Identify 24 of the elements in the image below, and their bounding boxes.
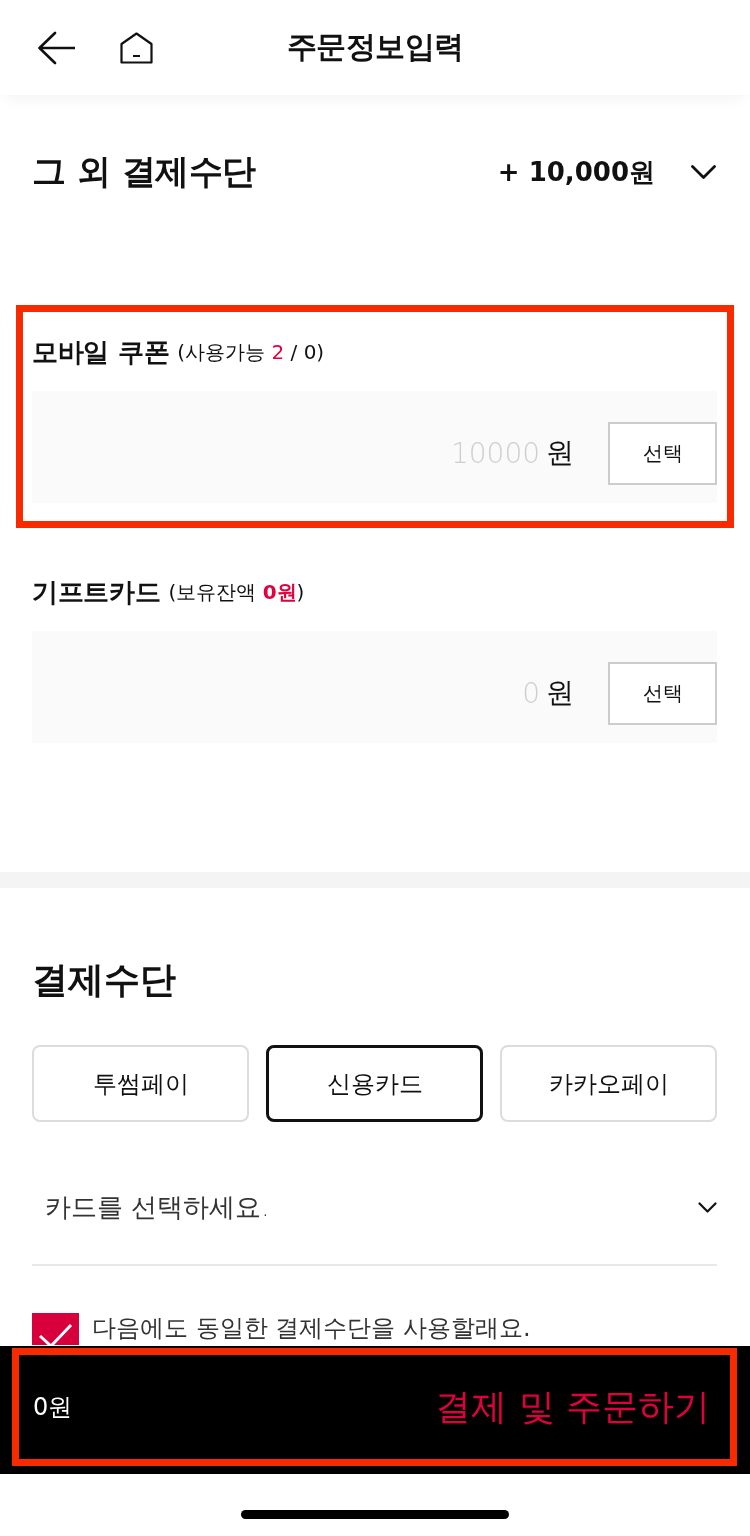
section-note: (보유잔액 0원) (168, 578, 305, 606)
checkbox-label: 다음에도 동일한 결제수단을 사용할래요. (92, 1313, 531, 1343)
checkout-button[interactable]: 결제 및 주문하기 (435, 1382, 710, 1432)
section-title: 모바일 쿠폰 (32, 335, 170, 369)
section-title: 결제수단 (32, 958, 176, 1002)
payment-method-tab[interactable]: 카카오페이 (500, 1045, 717, 1122)
chevron-down-icon[interactable] (691, 164, 716, 180)
back-icon[interactable] (37, 30, 75, 65)
payment-method-tab[interactable]: 투썸페이 (32, 1045, 249, 1122)
select-button[interactable]: 선택 (608, 661, 717, 725)
page-title: 주문정보입력 (286, 28, 464, 66)
section-title: 기프트카드 (32, 575, 161, 609)
card-select-dropdown[interactable]: 카드를 선택하세요. (32, 1150, 717, 1266)
chevron-down-icon (698, 1201, 717, 1213)
payment-method-tab[interactable]: 신용카드 (266, 1045, 483, 1122)
total-amount: 0원 (33, 1392, 73, 1423)
section-note: (사용가능 2 / 0) (177, 338, 325, 366)
total-amount: + 10,000원 (497, 155, 655, 189)
section-title: 그 외 결제수단 (32, 150, 257, 193)
home-icon[interactable] (120, 31, 153, 64)
unit-label: 원 (546, 675, 574, 711)
unit-label: 원 (546, 435, 574, 471)
select-button[interactable]: 선택 (608, 421, 717, 485)
checkbox[interactable] (32, 1313, 79, 1345)
